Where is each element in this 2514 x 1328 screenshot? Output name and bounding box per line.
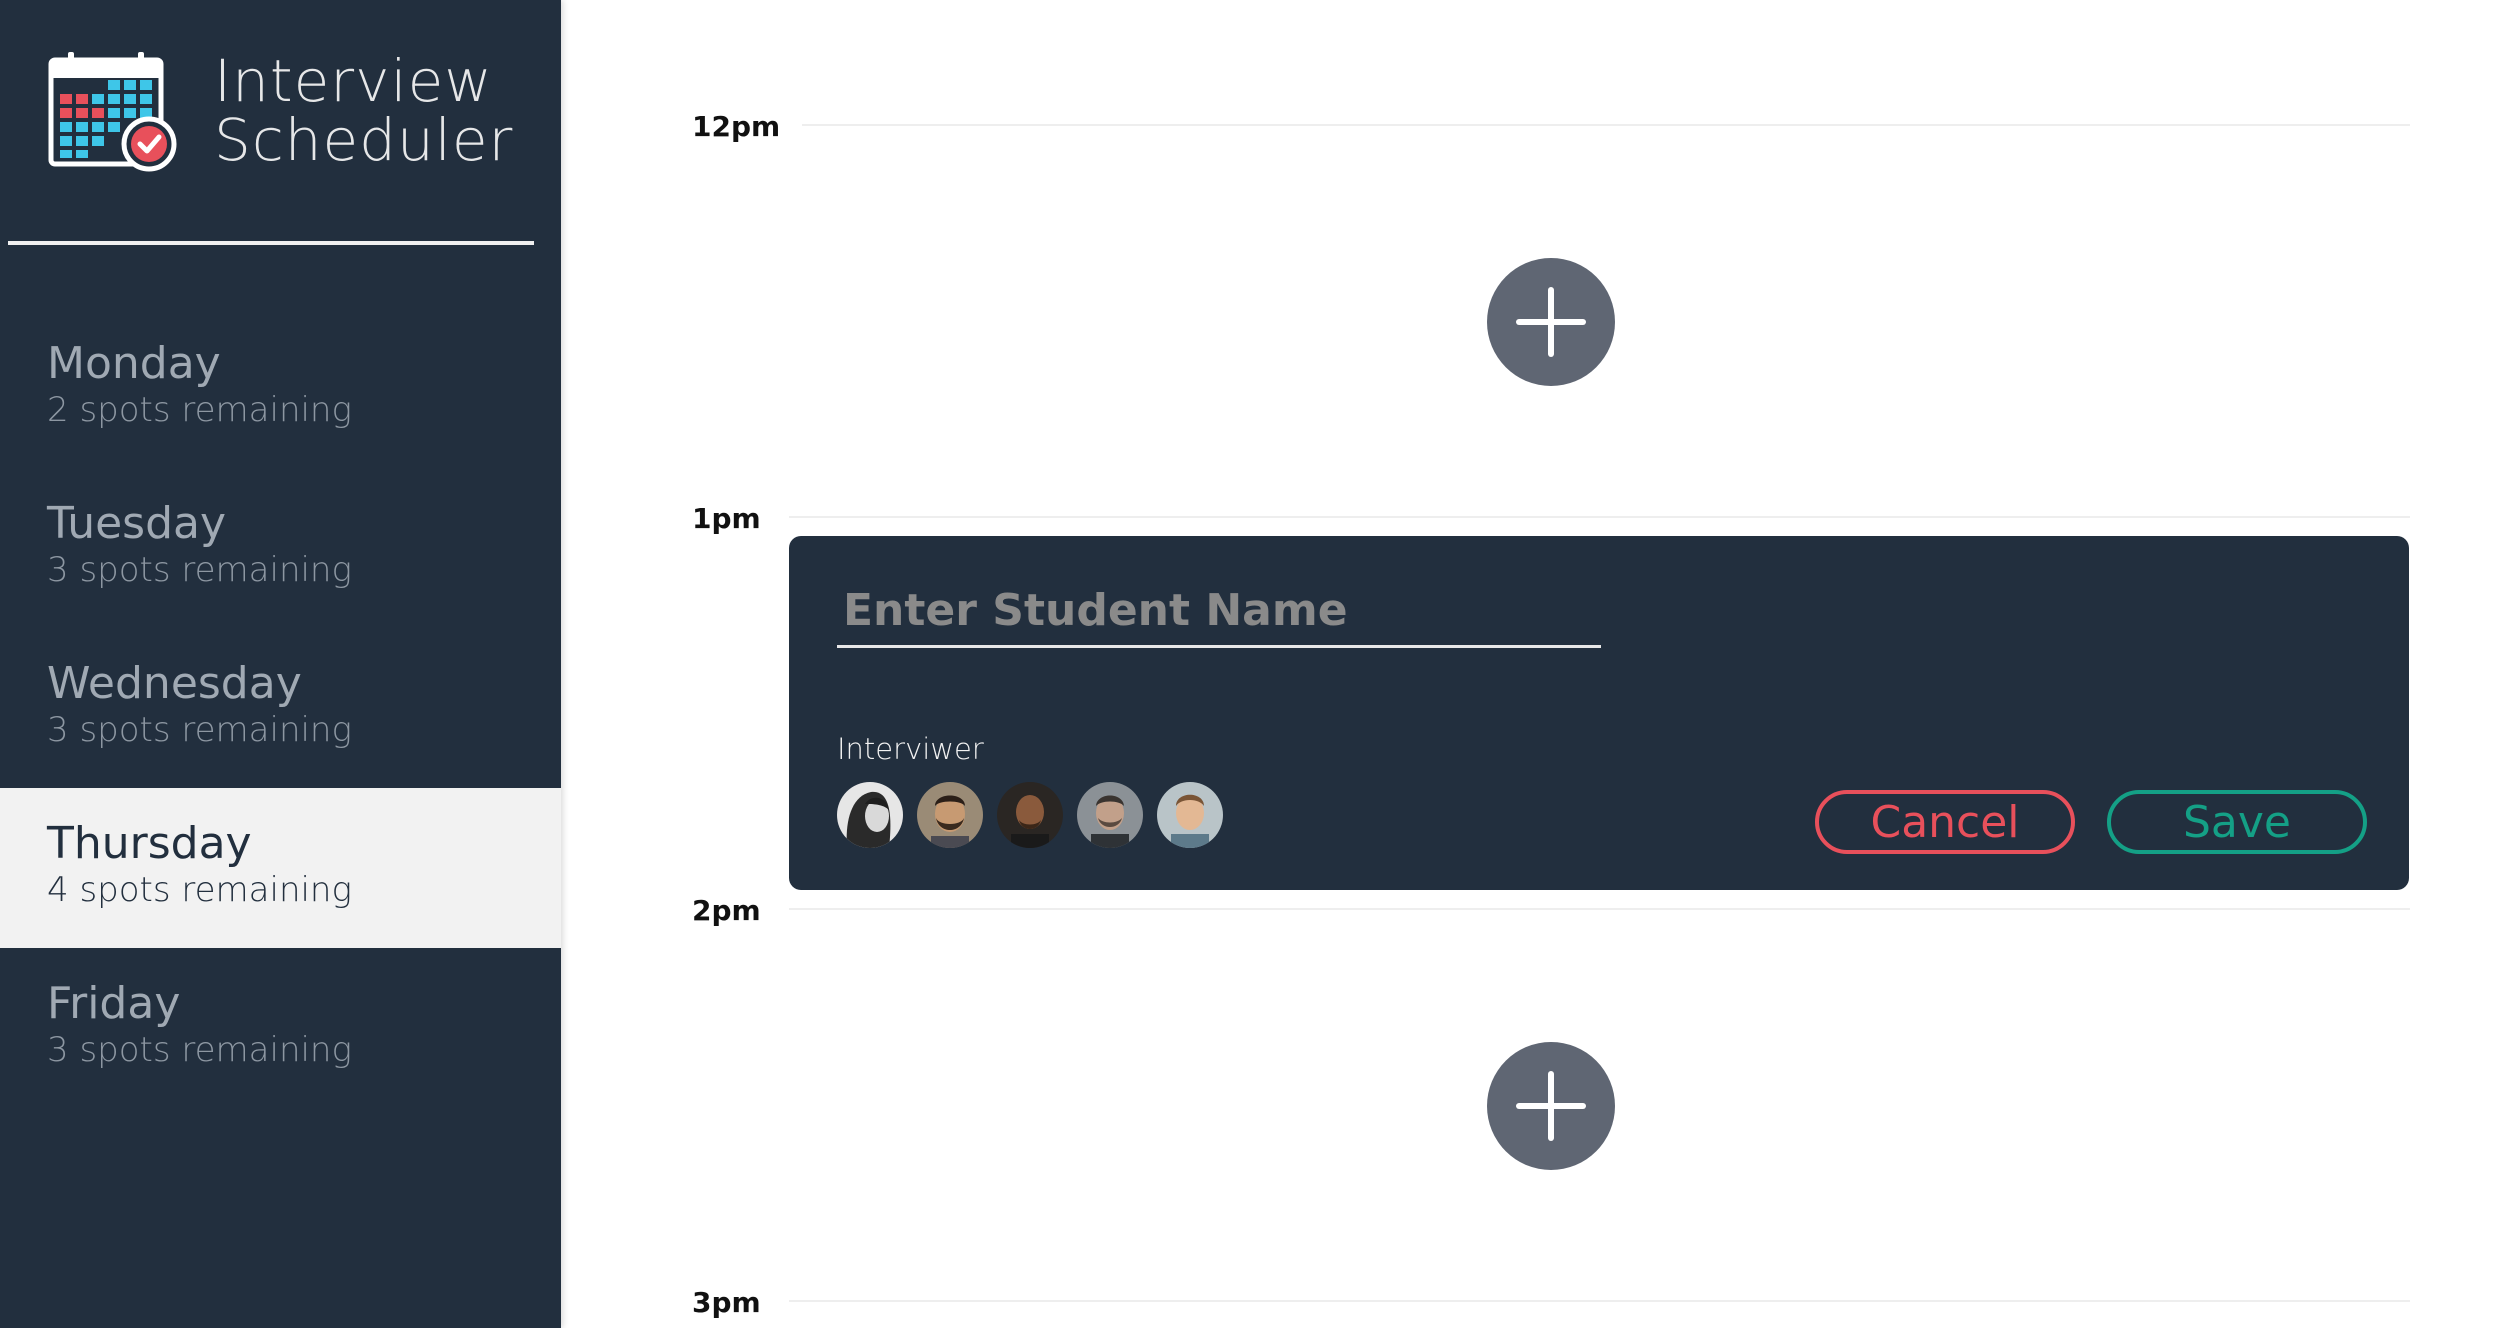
interviewer-label: Interviwer <box>837 732 984 766</box>
app-title-line1: Interview <box>214 47 493 115</box>
add-appointment-button[interactable] <box>1487 1042 1615 1170</box>
hour-divider <box>789 516 2410 518</box>
save-button[interactable]: Save <box>2107 790 2367 854</box>
app-title-line2: Scheduler <box>214 106 514 174</box>
day-spots: 3 spots remaining <box>47 1030 352 1070</box>
calendar-logo-icon <box>48 52 177 172</box>
interviewer-avatar[interactable] <box>837 782 903 848</box>
avatar-photo-icon <box>997 782 1063 848</box>
hour-label-3pm: 3pm <box>692 1286 761 1319</box>
hour-divider <box>802 124 2410 126</box>
day-name: Friday <box>47 978 181 1029</box>
avatar-photo-icon <box>1077 782 1143 848</box>
day-item-monday[interactable]: Monday 2 spots remaining <box>0 308 561 468</box>
avatar-photo-icon <box>837 782 903 848</box>
day-item-wednesday[interactable]: Wednesday 3 spots remaining <box>0 628 561 788</box>
day-item-friday[interactable]: Friday 3 spots remaining <box>0 948 561 1108</box>
hour-divider <box>789 908 2410 910</box>
plus-icon <box>1516 1071 1586 1141</box>
day-name: Wednesday <box>47 658 302 709</box>
cancel-button[interactable]: Cancel <box>1815 790 2075 854</box>
app-title: Interview Scheduler <box>214 52 513 170</box>
plus-icon <box>1516 287 1586 357</box>
day-name: Monday <box>47 338 221 389</box>
hour-label-1pm: 1pm <box>692 502 761 535</box>
day-spots: 3 spots remaining <box>47 710 352 750</box>
day-item-thursday[interactable]: Thursday 4 spots remaining <box>0 788 561 948</box>
day-spots: 2 spots remaining <box>47 390 352 430</box>
student-name-input[interactable] <box>837 576 1601 648</box>
sidebar-divider <box>8 241 534 245</box>
brand: Interview Scheduler <box>48 50 528 180</box>
hour-label-2pm: 2pm <box>692 894 761 927</box>
day-list: Monday 2 spots remaining Tuesday 3 spots… <box>0 308 561 1108</box>
day-spots: 4 spots remaining <box>47 870 352 910</box>
interviewer-avatar[interactable] <box>1077 782 1143 848</box>
day-name: Tuesday <box>47 498 227 549</box>
interviewer-avatar[interactable] <box>1157 782 1223 848</box>
day-item-tuesday[interactable]: Tuesday 3 spots remaining <box>0 468 561 628</box>
day-spots: 3 spots remaining <box>47 550 352 590</box>
appointment-form: Interviwer <box>789 536 2409 890</box>
sidebar: Interview Scheduler Monday 2 spots remai… <box>0 0 561 1328</box>
day-name: Thursday <box>47 818 252 869</box>
interviewer-avatar[interactable] <box>997 782 1063 848</box>
avatar-photo-icon <box>917 782 983 848</box>
hour-divider <box>789 1300 2410 1302</box>
hour-label-12pm: 12pm <box>692 110 781 143</box>
avatar-photo-icon <box>1157 782 1223 848</box>
app: Interview Scheduler Monday 2 spots remai… <box>0 0 2514 1328</box>
add-appointment-button[interactable] <box>1487 258 1615 386</box>
interviewer-avatar[interactable] <box>917 782 983 848</box>
